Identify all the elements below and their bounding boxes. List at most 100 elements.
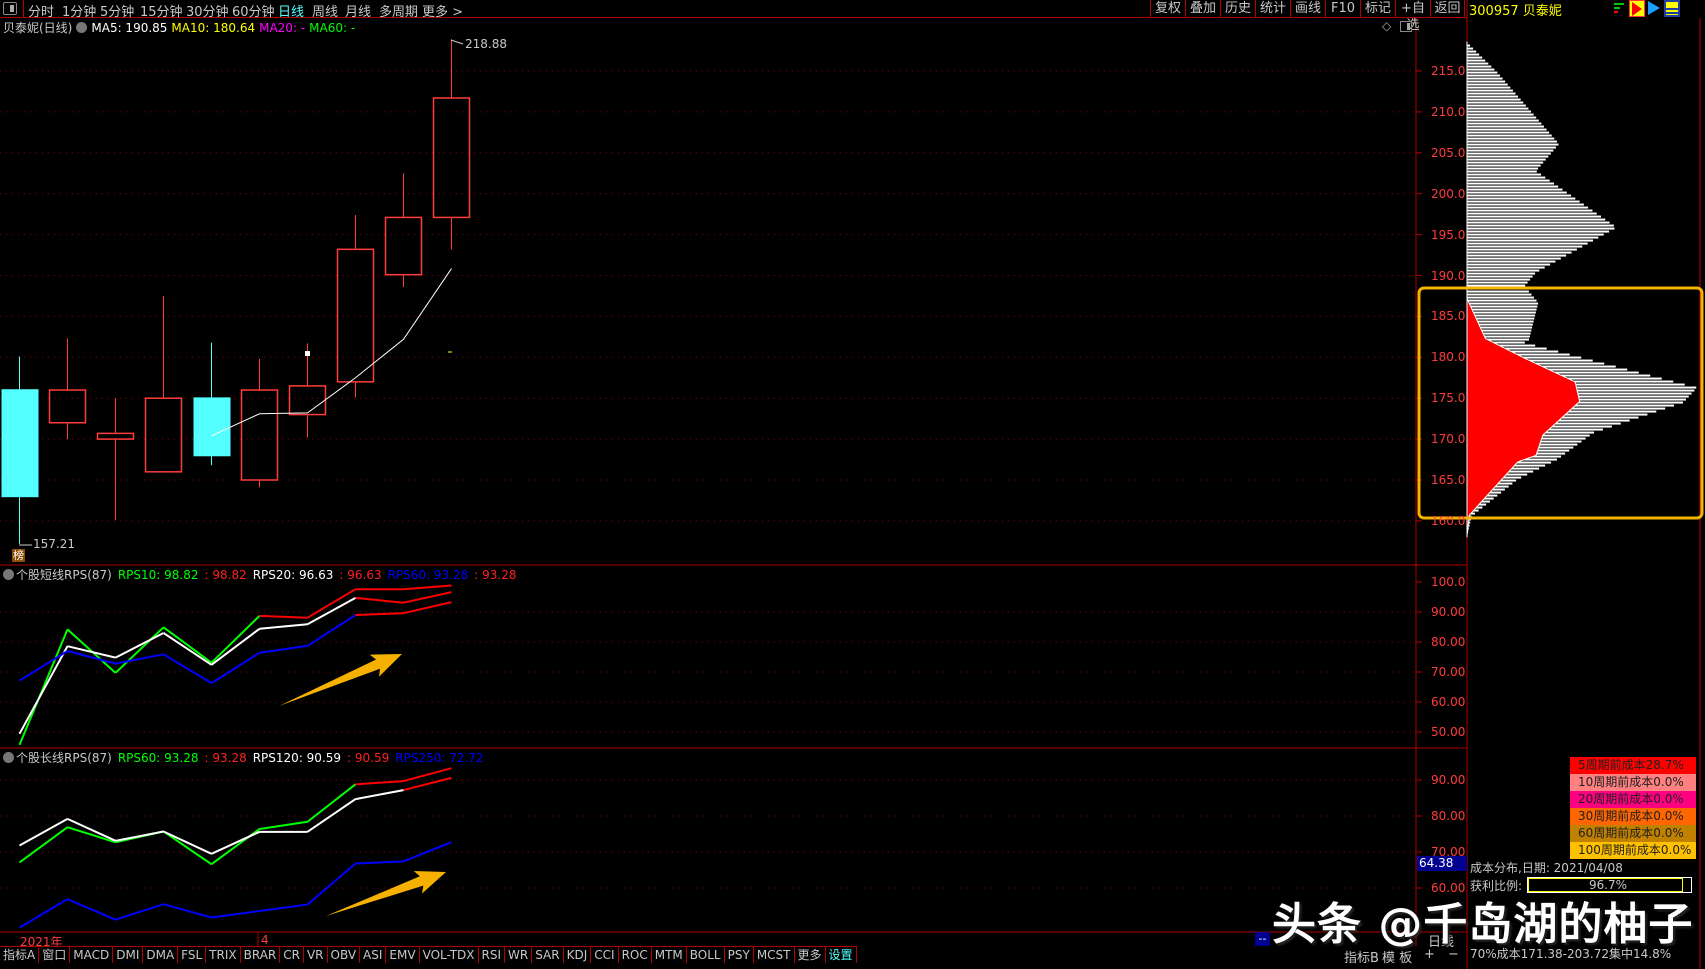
volume-bars-icon[interactable]: [1614, 1, 1628, 16]
add-watchlist-button[interactable]: +自选: [1395, 0, 1430, 33]
cost-bar: [1467, 56, 1483, 59]
tab-daily[interactable]: 日线: [278, 1, 304, 20]
indicator-tab-mcst[interactable]: MCST: [754, 947, 795, 963]
indicator-tab-窗口[interactable]: 窗口: [39, 947, 71, 963]
panel-toggle-icon[interactable]: [3, 2, 17, 15]
tab-multi-period[interactable]: 多周期: [379, 1, 418, 20]
candle: [240, 358, 279, 488]
collapse-icon[interactable]: [3, 569, 14, 580]
tab-1min[interactable]: 1分钟: [62, 1, 96, 20]
cost-bar: [1467, 314, 1536, 317]
notebook-icon[interactable]: [1664, 0, 1680, 17]
indicator-tab-vr[interactable]: VR: [304, 947, 328, 963]
cost-bar: [1467, 176, 1546, 179]
cost-bar: [1467, 224, 1614, 227]
candle: [1, 356, 39, 544]
tab-60min[interactable]: 60分钟: [232, 1, 275, 20]
indicator-tab-dmi[interactable]: DMI: [113, 947, 144, 963]
tab-fenshi[interactable]: 分时: [28, 1, 54, 20]
indicator-tab-asi[interactable]: ASI: [360, 947, 387, 963]
diamond-icon[interactable]: ◇: [1382, 19, 1391, 33]
cost-bar: [1467, 146, 1556, 149]
candle-body: [288, 385, 327, 416]
candle: [384, 173, 423, 287]
indicator-tab-roc[interactable]: ROC: [619, 947, 652, 963]
tab-monthly[interactable]: 月线: [345, 1, 371, 20]
indicator-tab-macd[interactable]: MACD: [70, 947, 114, 963]
tab-15min[interactable]: 15分钟: [140, 1, 183, 20]
indicator-tab-wr[interactable]: WR: [505, 947, 533, 963]
short-rps-rps20-segment: [259, 623, 308, 630]
price-axis-label: 205.0: [1431, 145, 1466, 160]
cost-bar: [1467, 101, 1524, 104]
cost-bar: [1467, 299, 1537, 302]
stats-button[interactable]: 统计: [1255, 0, 1290, 18]
cost-bar: [1467, 131, 1550, 134]
ranking-badge[interactable]: 榜: [12, 549, 25, 562]
indicator-tab-vol-tdx[interactable]: VOL-TDX: [420, 947, 479, 963]
cost-bar: [1467, 173, 1542, 176]
mark-button[interactable]: 标记: [1360, 0, 1395, 18]
watermark: 头条 @千岛湖的柚子: [1272, 899, 1694, 950]
indicator-tab-psy[interactable]: PSY: [725, 947, 754, 963]
long-rps-rps120-segment: [211, 830, 260, 855]
cursor-date-box[interactable]: --: [1255, 932, 1270, 946]
short-rps-rps10-segment: [162, 626, 213, 664]
cost-bar: [1467, 284, 1526, 287]
indicator-tab-指标a[interactable]: 指标A: [0, 947, 40, 963]
cost-bar: [1467, 89, 1513, 92]
indicator-tab-trix[interactable]: TRIX: [206, 947, 241, 963]
candle: [144, 295, 183, 473]
indicator-tab-cr[interactable]: CR: [280, 947, 304, 963]
indicator-tab-brar[interactable]: BRAR: [241, 947, 281, 963]
ma5-value: MA5: 190.85: [91, 21, 168, 35]
long-rps-rps250-segment: [163, 903, 212, 919]
tab-weekly[interactable]: 周线: [312, 1, 338, 20]
cost-bar: [1467, 83, 1508, 86]
rps20-red-value: : 96.63: [339, 568, 382, 582]
indicator-tab-boll[interactable]: BOLL: [687, 947, 725, 963]
cost-bar: [1467, 137, 1555, 140]
cost-bar: [1467, 77, 1503, 80]
play-icon[interactable]: [1648, 1, 1660, 15]
tab-30min[interactable]: 30分钟: [186, 1, 229, 20]
indicator-tab-kdj[interactable]: KDJ: [564, 947, 592, 963]
indicator-tab-emv[interactable]: EMV: [386, 947, 420, 963]
rps10-red-value: : 98.82: [204, 568, 247, 582]
cost-bar: [1467, 215, 1601, 218]
cost-bar: [1467, 53, 1480, 56]
panel-toggle-icon[interactable]: [1400, 21, 1412, 32]
indicator-tab-rsi[interactable]: RSI: [479, 947, 506, 963]
indicator-tab-obv[interactable]: OBV: [328, 947, 361, 963]
indicator-tab-更多[interactable]: 更多: [795, 947, 826, 963]
cost-bar: [1467, 248, 1577, 251]
cost-bar: [1467, 59, 1486, 62]
overlay-button[interactable]: 叠加: [1185, 0, 1220, 18]
tab-5min[interactable]: 5分钟: [100, 1, 134, 20]
indicator-tab-cci[interactable]: CCI: [591, 947, 619, 963]
draw-line-button[interactable]: 画线: [1290, 0, 1325, 18]
cost-legend-item: 30周期前成本0.0%: [1570, 808, 1696, 825]
indicator-tab-mtm[interactable]: MTM: [652, 947, 687, 963]
rps120-value: RPS120: 90.59: [252, 751, 342, 765]
long-rps-rps60-segment: [162, 830, 213, 866]
indicator-tab-sar[interactable]: SAR: [532, 947, 564, 963]
back-button[interactable]: 返回: [1430, 0, 1465, 18]
indicator-tab-设置[interactable]: 设置: [826, 947, 857, 963]
short-rps-rps20-segment: [115, 632, 164, 659]
fuquan-button[interactable]: 复权: [1150, 0, 1185, 18]
tab-more[interactable]: 更多 >: [422, 1, 463, 20]
cost-bar: [1467, 200, 1580, 203]
cost-bar: [1467, 281, 1528, 284]
cost-bar: [1467, 107, 1529, 110]
flag-red-icon[interactable]: [1629, 0, 1645, 17]
dropdown-icon[interactable]: [76, 22, 88, 33]
collapse-icon[interactable]: [3, 752, 14, 763]
f10-button[interactable]: F10: [1325, 0, 1360, 18]
indicator-tab-dma[interactable]: DMA: [143, 947, 179, 963]
indicator-tab-fsl[interactable]: FSL: [178, 947, 207, 963]
cost-bar: [1467, 140, 1557, 143]
cost-bar: [1467, 194, 1572, 197]
history-button[interactable]: 历史: [1220, 0, 1255, 18]
cost-bar: [1467, 95, 1519, 98]
